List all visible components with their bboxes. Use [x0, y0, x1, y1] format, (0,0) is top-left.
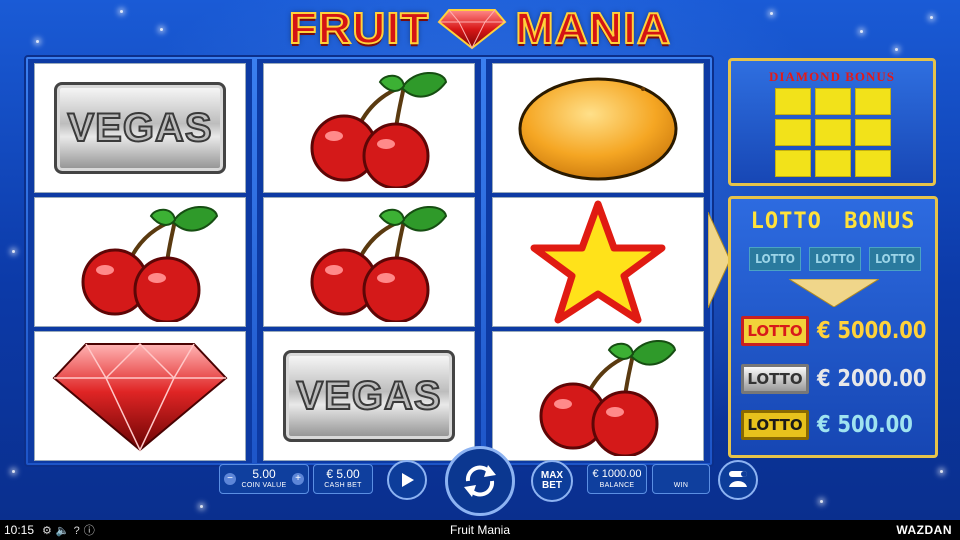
coin-increase-button[interactable]: + — [292, 473, 304, 485]
symbol-star — [492, 197, 704, 327]
spin-arrows-icon — [464, 465, 496, 497]
play-icon — [402, 473, 414, 487]
turtle-settings-icon — [729, 471, 747, 487]
arrow-down-icon — [789, 279, 879, 307]
cherries-icon — [310, 205, 448, 322]
win-display: WIN — [652, 464, 710, 494]
coin-value-control: − 5.00 COIN VALUE + — [219, 464, 309, 494]
lotto-bonus-title: LOTTO BONUS — [750, 209, 916, 234]
title-fruit: FRUIT — [288, 2, 430, 53]
symbol-vegas: VEGAS — [34, 63, 246, 193]
prize-amount-1: € 5000.00 — [817, 318, 927, 344]
prize-row-1: LOTTO € 5000.00 — [741, 315, 946, 347]
brand-logo: WAZDAN — [896, 523, 952, 537]
win-label: WIN — [673, 482, 689, 489]
prize-row-3: LOTTO € 500.00 — [741, 409, 930, 441]
reel-3 — [486, 59, 710, 463]
arrow-right-icon — [708, 212, 730, 308]
lotto-bonus-panel: LOTTO BONUS LOTTO LOTTO LOTTO LOTTO € 50… — [728, 196, 938, 458]
star-icon — [530, 200, 666, 324]
symbol-vegas: VEGAS — [263, 331, 475, 461]
cash-bet-value: € 5.00 — [326, 467, 360, 481]
balance-label: BALANCE — [599, 482, 635, 489]
prize-badge-2: LOTTO — [741, 364, 809, 394]
cash-bet-label: CASH BET — [324, 482, 362, 489]
balance-display: € 1000.00 BALANCE — [587, 464, 647, 494]
symbol-cherries — [263, 197, 475, 327]
orange-icon — [518, 77, 678, 181]
prize-badge-1: LOTTO — [741, 316, 809, 346]
settings-button[interactable] — [718, 460, 758, 500]
diamond-icon — [52, 342, 228, 452]
spin-button[interactable] — [445, 446, 515, 516]
ruby-gem-icon — [437, 9, 507, 50]
symbol-diamond — [34, 331, 246, 461]
symbol-cherries — [263, 63, 475, 193]
reel-2: VEGAS — [257, 59, 481, 463]
title-mania: MANIA — [514, 2, 672, 53]
vegas-label: VEGAS — [295, 373, 442, 419]
status-game-title: Fruit Mania — [449, 523, 511, 537]
max-bet-label-2: BET — [542, 480, 562, 491]
cherries-icon — [539, 339, 677, 456]
reel-area: VEGAS VEGAS — [24, 55, 714, 467]
symbol-orange — [492, 63, 704, 193]
symbol-cherries — [492, 331, 704, 461]
coin-decrease-button[interactable]: − — [224, 473, 236, 485]
balance-value: € 1000.00 — [592, 468, 642, 480]
status-bar: 10:15 ⚙🔈?ⓘ Fruit Mania WAZDAN — [0, 520, 960, 540]
prize-badge-3: LOTTO — [741, 410, 809, 440]
cherries-icon — [81, 205, 219, 322]
symbol-cherries — [34, 197, 246, 327]
game-title: FRUIT MANIA — [205, 2, 755, 54]
prize-amount-2: € 2000.00 — [817, 366, 927, 392]
vegas-label: VEGAS — [66, 105, 213, 151]
autoplay-button[interactable] — [387, 460, 427, 500]
diamond-bonus-panel: DIAMOND BONUS — [728, 58, 936, 186]
diamond-bonus-title: DIAMOND BONUS — [768, 69, 896, 84]
lotto-slot-3: LOTTO — [869, 247, 921, 271]
reel-1: VEGAS — [28, 59, 252, 463]
max-bet-button[interactable]: MAX BET — [531, 460, 573, 502]
cash-bet-display[interactable]: € 5.00 CASH BET — [313, 464, 373, 494]
cherries-icon — [310, 71, 448, 188]
prize-row-2: LOTTO € 2000.00 — [741, 363, 946, 395]
prize-amount-3: € 500.00 — [817, 412, 913, 438]
lotto-slot-1: LOTTO — [749, 247, 801, 271]
lotto-slot-2: LOTTO — [809, 247, 861, 271]
